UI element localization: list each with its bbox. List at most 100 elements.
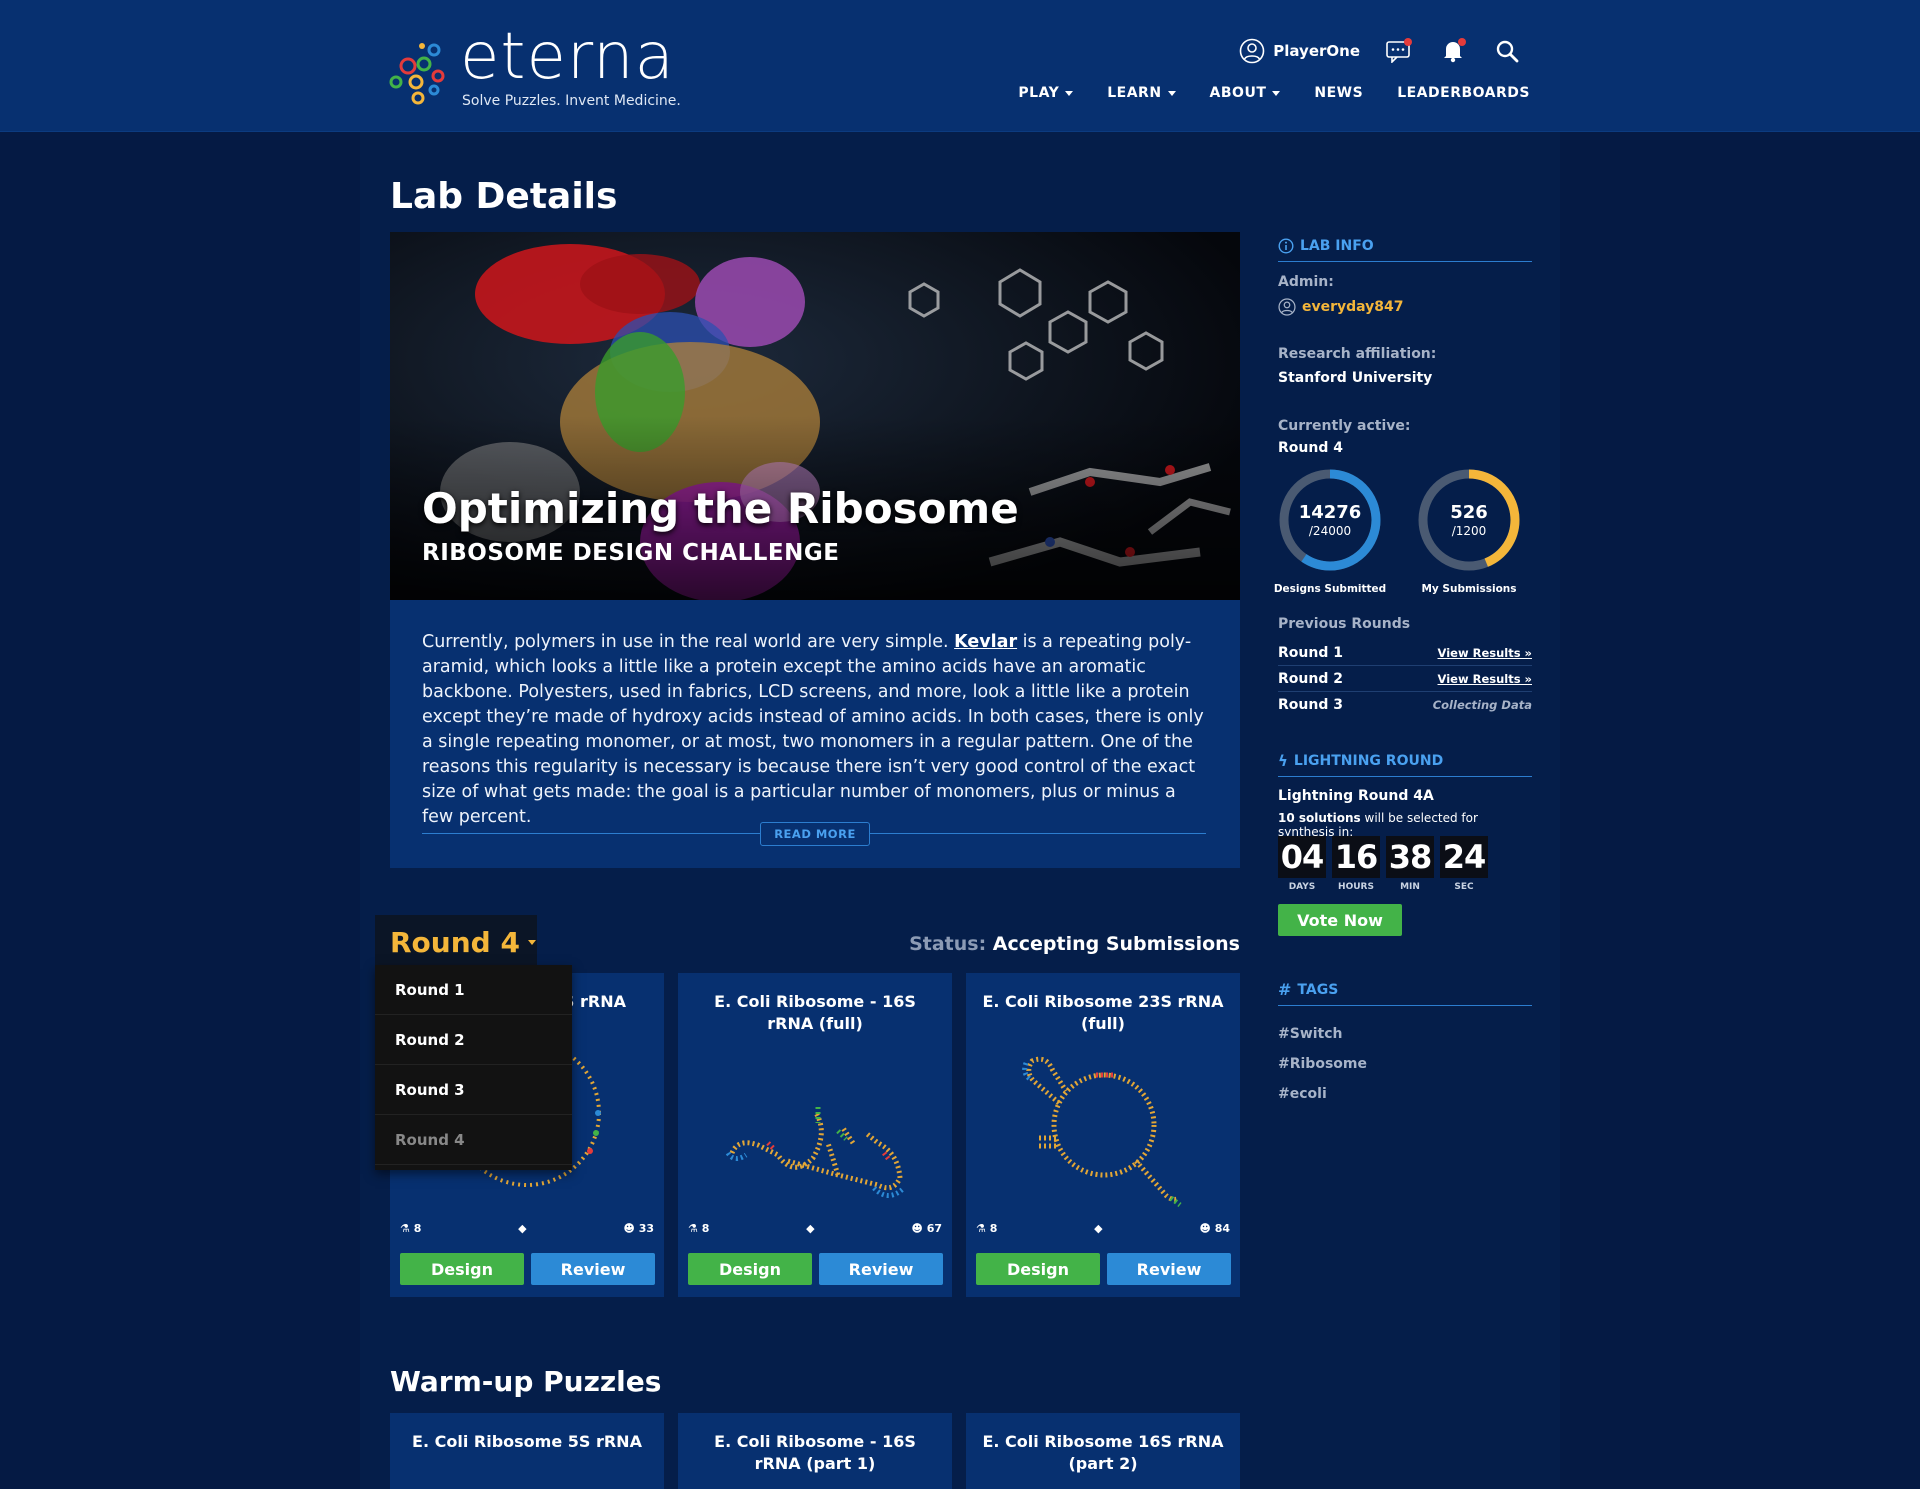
players-icon: ☻ xyxy=(911,1221,923,1235)
logo-wordmark: eterna xyxy=(460,20,675,94)
puzzle-meta: ⚗ 8 ◆ ☻ 84 xyxy=(976,1220,1230,1236)
lightning-round-title: LIGHTNING ROUND xyxy=(1293,752,1444,769)
view-results-link[interactable]: View Results » xyxy=(1438,646,1532,660)
gauge-label: My Submissions xyxy=(1421,583,1517,595)
chevron-down-icon xyxy=(1272,90,1281,96)
previous-round-row: Round 2 View Results » xyxy=(1278,666,1532,692)
gauge-label: Designs Submitted xyxy=(1273,583,1387,595)
hash-icon: # xyxy=(1278,980,1292,999)
lab-count-value: 8 xyxy=(989,1221,998,1235)
review-button[interactable]: Review xyxy=(531,1253,655,1285)
page-title: Lab Details xyxy=(390,176,618,217)
chevron-down-icon xyxy=(1167,90,1176,96)
eterna-logo[interactable]: eterna Solve Puzzles. Invent Medicine. xyxy=(388,22,688,118)
my-submissions-gauge: 526 /1200 My Submissions xyxy=(1417,468,1537,598)
round-status: Status: Accepting Submissions xyxy=(909,933,1240,955)
nav-news[interactable]: NEWS xyxy=(1314,85,1363,101)
solutions-count: 10 solutions xyxy=(1278,811,1361,825)
tag-ecoli[interactable]: #ecoli xyxy=(1278,1086,1327,1102)
review-button[interactable]: Review xyxy=(1107,1253,1231,1285)
messages-button[interactable] xyxy=(1384,36,1414,66)
round-option-2[interactable]: Round 2 xyxy=(375,1015,572,1065)
nav-play-label: PLAY xyxy=(1018,85,1060,101)
nav-learn-label: LEARN xyxy=(1107,85,1162,101)
design-button[interactable]: Design xyxy=(400,1253,524,1285)
status-value: Accepting Submissions xyxy=(992,933,1240,955)
notifications-unread-dot xyxy=(1458,38,1466,46)
previous-round-name: Round 2 xyxy=(1278,670,1343,687)
lab-info-header: LAB INFO xyxy=(1278,232,1532,262)
puzzle-card[interactable]: E. Coli Ribosome - 16S rRNA (full) ⚗ 8 ◆… xyxy=(678,973,952,1297)
players-icon: ☻ xyxy=(623,1221,635,1235)
player-count: ☻ 33 xyxy=(623,1222,654,1235)
warmup-card[interactable]: E. Coli Ribosome 16S rRNA (part 2) xyxy=(966,1413,1240,1489)
view-results-link[interactable]: View Results » xyxy=(1438,672,1532,686)
players-icon: ☻ xyxy=(1199,1221,1211,1235)
previous-round-name: Round 3 xyxy=(1278,697,1343,713)
affiliation-value: Stanford University xyxy=(1278,370,1433,386)
puzzle-type-icon: ◆ xyxy=(806,1221,815,1235)
round-option-4[interactable]: Round 4 xyxy=(375,1115,572,1165)
player-count: ☻ 84 xyxy=(1199,1222,1230,1235)
notifications-button[interactable] xyxy=(1438,36,1468,66)
nav-leaderboards[interactable]: LEADERBOARDS xyxy=(1397,85,1530,101)
puzzle-type-icon: ◆ xyxy=(518,1221,527,1235)
countdown-hours: 16 xyxy=(1332,836,1380,878)
search-button[interactable] xyxy=(1492,36,1522,66)
lab-count-value: 8 xyxy=(413,1221,422,1235)
round-option-3[interactable]: Round 3 xyxy=(375,1065,572,1115)
logo-tagline: Solve Puzzles. Invent Medicine. xyxy=(462,93,681,109)
warmup-card[interactable]: E. Coli Ribosome 5S rRNA xyxy=(390,1413,664,1489)
active-round: Round 4 xyxy=(1278,440,1343,456)
read-more-button[interactable]: READ MORE xyxy=(760,822,870,846)
countdown-days: 04 xyxy=(1278,836,1326,878)
active-label: Currently active: xyxy=(1278,418,1411,434)
design-button[interactable]: Design xyxy=(976,1253,1100,1285)
chevron-down-icon xyxy=(1065,90,1074,96)
admin-link[interactable]: everyday847 xyxy=(1278,298,1404,316)
designs-submitted-gauge: 14276 /24000 Designs Submitted xyxy=(1274,468,1398,598)
warmup-card[interactable]: E. Coli Ribosome - 16S rRNA (part 1) xyxy=(678,1413,952,1489)
player-count-value: 33 xyxy=(638,1221,654,1235)
previous-round-name: Round 1 xyxy=(1278,644,1343,661)
main-nav: PLAY LEARN ABOUT NEWS LEADERBOARDS xyxy=(1018,85,1530,101)
warmup-card-title: E. Coli Ribosome 5S rRNA xyxy=(412,1432,642,1451)
site-header: eterna Solve Puzzles. Invent Medicine. P… xyxy=(0,0,1920,132)
gauge-value: 14276 xyxy=(1298,502,1362,523)
vote-now-button[interactable]: Vote Now xyxy=(1278,904,1402,936)
lab-count: ⚗ 8 xyxy=(400,1222,421,1235)
tag-ribosome[interactable]: #Ribosome xyxy=(1278,1056,1367,1072)
messages-unread-dot xyxy=(1404,38,1412,46)
user-menu[interactable]: PlayerOne xyxy=(1239,38,1360,64)
nav-play[interactable]: PLAY xyxy=(1018,85,1074,101)
lightning-icon: ϟ xyxy=(1278,751,1288,770)
header-utility-bar: PlayerOne xyxy=(1239,36,1522,66)
puzzle-type-icon: ◆ xyxy=(1094,1221,1103,1235)
admin-label: Admin: xyxy=(1278,274,1334,290)
tag-switch[interactable]: #Switch xyxy=(1278,1026,1343,1042)
round-option-1[interactable]: Round 1 xyxy=(375,965,572,1015)
nav-learn[interactable]: LEARN xyxy=(1107,85,1176,101)
lab-count: ⚗ 8 xyxy=(688,1222,709,1235)
countdown-seconds-label: SEC xyxy=(1454,882,1474,892)
design-button[interactable]: Design xyxy=(688,1253,812,1285)
previous-rounds-label: Previous Rounds xyxy=(1278,616,1411,632)
gauge-total: /24000 xyxy=(1308,524,1352,538)
lab-description: Currently, polymers in use in the real w… xyxy=(390,600,1240,868)
tags-title: TAGS xyxy=(1297,981,1339,998)
countdown-minutes-label: MIN xyxy=(1400,882,1420,892)
round-selector[interactable]: Round 4 xyxy=(375,915,537,969)
countdown-minutes: 38 xyxy=(1386,836,1434,878)
round-selector-label: Round 4 xyxy=(390,925,520,959)
kevlar-link[interactable]: Kevlar xyxy=(954,632,1017,652)
review-button[interactable]: Review xyxy=(819,1253,943,1285)
player-count: ☻ 67 xyxy=(911,1222,942,1235)
puzzle-title: E. Coli Ribosome 23S rRNA (full) xyxy=(982,992,1224,1033)
countdown-seconds: 24 xyxy=(1440,836,1488,878)
nav-about[interactable]: ABOUT xyxy=(1210,85,1281,101)
lab-description-text: Currently, polymers in use in the real w… xyxy=(422,630,1208,830)
puzzle-card[interactable]: E. Coli Ribosome 23S rRNA (full) ⚗ 8 ◆ ☻… xyxy=(966,973,1240,1297)
lab-count: ⚗ 8 xyxy=(976,1222,997,1235)
nav-about-label: ABOUT xyxy=(1209,85,1267,101)
rna-structure-image xyxy=(725,1107,906,1198)
